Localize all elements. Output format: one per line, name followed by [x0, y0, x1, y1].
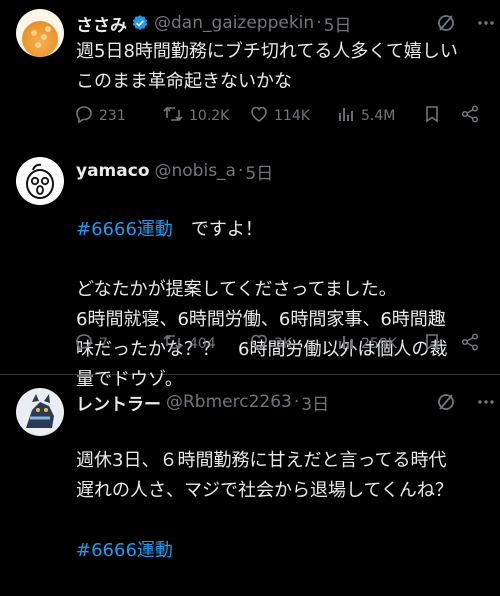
views-icon: [336, 332, 361, 356]
grok-icon[interactable]: [436, 389, 456, 415]
views-button[interactable]: 5.4M: [336, 104, 395, 128]
tweet-text: 週休3日、６時間勤務に甘えだと言ってる時代 遅れの人さ、マジで社会から退場してく…: [76, 450, 453, 501]
more-icon[interactable]: [476, 10, 496, 36]
avatar[interactable]: [16, 157, 64, 205]
timestamp[interactable]: 5日: [245, 159, 273, 184]
retweet-button[interactable]: 10.2K: [162, 104, 229, 128]
tweet-text-line: ですよ！: [172, 219, 263, 240]
grok-icon[interactable]: [436, 10, 456, 36]
tweet-text-container: 週休3日、６時間勤務に甘えだと言ってる時代 遅れの人さ、マジで社会から退場してく…: [76, 416, 490, 596]
separator-dot: ·: [316, 13, 322, 33]
retweet-button[interactable]: 404: [162, 332, 216, 356]
bookmark-icon: [422, 332, 447, 356]
like-button[interactable]: 114K: [249, 104, 310, 128]
display-name[interactable]: レントラー: [76, 390, 161, 415]
like-icon: [249, 332, 274, 356]
tweet[interactable]: レントラー @Rbmerc2263 · 3日 週休3日、６時間勤務に甘えだと言っ…: [0, 375, 500, 561]
handle[interactable]: @nobis_a: [155, 161, 236, 181]
hashtag-link[interactable]: #6666運動: [76, 219, 173, 240]
separator-dot: ·: [237, 161, 244, 181]
views-icon: [336, 104, 361, 128]
retweet-count: 404: [189, 336, 216, 352]
reply-button[interactable]: 231: [74, 104, 126, 128]
action-bar: 231 10.2K 114K 5.4M: [74, 104, 488, 128]
reply-button[interactable]: 7: [74, 332, 108, 356]
retweet-icon: [162, 332, 189, 356]
reply-icon: [74, 104, 99, 128]
display-name[interactable]: ささみ: [76, 11, 127, 36]
share-button[interactable]: [460, 332, 485, 356]
bookmark-button[interactable]: [422, 332, 447, 356]
tweet-text: 週5日8時間勤務にブチ切れてる人多くて嬉しい このまま革命起きないかな: [76, 41, 458, 92]
tweet[interactable]: yamaco @nobis_a · 5日 #6666運動 ですよ！ どなたかが提…: [0, 142, 500, 390]
bookmark-button[interactable]: [422, 104, 447, 128]
retweet-icon: [162, 104, 189, 128]
hashtag-link[interactable]: #6666運動: [76, 540, 173, 561]
timestamp[interactable]: 3日: [301, 390, 329, 415]
bookmark-icon: [422, 104, 447, 128]
verified-badge-icon: [131, 14, 149, 32]
reply-count: 231: [99, 108, 126, 124]
share-button[interactable]: [460, 104, 485, 128]
views-count: 5.4M: [361, 108, 396, 124]
views-button[interactable]: 259K: [336, 332, 397, 356]
timestamp[interactable]: 5日: [324, 11, 352, 36]
tweet-header: レントラー @Rbmerc2263 · 3日: [76, 389, 488, 415]
share-icon: [460, 332, 485, 356]
handle[interactable]: @Rbmerc2263: [166, 392, 292, 412]
retweet-count: 10.2K: [189, 108, 230, 124]
more-icon[interactable]: [476, 389, 496, 415]
like-icon: [249, 104, 274, 128]
tweet-header: ささみ @dan_gaizeppekin · 5日: [76, 10, 488, 36]
action-bar: 7 404 3K 259K: [74, 332, 488, 356]
avatar[interactable]: [16, 9, 64, 57]
like-button[interactable]: 3K: [249, 332, 292, 356]
reply-icon: [74, 332, 99, 356]
avatar[interactable]: [16, 388, 64, 436]
tweet-header: yamaco @nobis_a · 5日: [76, 158, 488, 184]
display-name[interactable]: yamaco: [76, 161, 150, 181]
share-icon: [460, 104, 485, 128]
like-count: 114K: [274, 108, 310, 124]
tweet[interactable]: ささみ @dan_gaizeppekin · 5日 週5日8時間勤務にブチ切れて…: [0, 0, 500, 142]
handle[interactable]: @dan_gaizeppekin: [154, 13, 314, 33]
views-count: 259K: [361, 336, 397, 352]
reply-count: 7: [99, 336, 108, 352]
separator-dot: ·: [293, 392, 300, 412]
like-count: 3K: [274, 336, 293, 352]
